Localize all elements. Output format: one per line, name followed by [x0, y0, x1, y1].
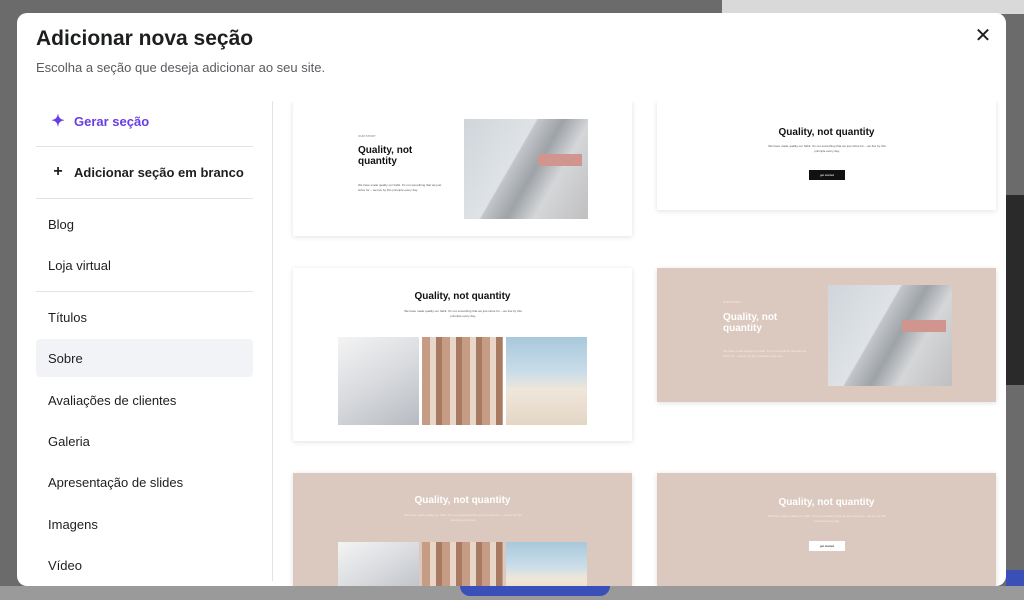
- sidebar-item-titles[interactable]: Títulos: [36, 298, 253, 336]
- section-template-card[interactable]: OUR STORY Quality, not quantity We have …: [657, 268, 996, 402]
- card-body: We have made quality our habit. It's not…: [404, 309, 522, 318]
- card-body: We have made quality our habit. It's not…: [358, 183, 442, 192]
- card-body: We have made quality our habit. It's not…: [723, 349, 807, 358]
- section-template-card[interactable]: OUR STORY Quality, not quantity We have …: [293, 101, 632, 236]
- section-template-card[interactable]: Quality, not quantity We have made quali…: [657, 473, 996, 586]
- card-title: Quality, not quantity: [723, 312, 778, 334]
- card-eyebrow: OUR STORY: [358, 134, 376, 138]
- card-button: get started: [809, 170, 845, 180]
- add-section-modal: Adicionar nova seção Escolha a seção que…: [17, 13, 1006, 586]
- section-sidebar: ✦ Gerar seção + Adicionar seção em branc…: [36, 101, 253, 586]
- card-image: [338, 542, 419, 586]
- background-pill: [460, 586, 610, 596]
- sidebar-item-online-store[interactable]: Loja virtual: [36, 246, 253, 284]
- plus-icon: +: [53, 163, 63, 180]
- sparkle-icon: ✦: [51, 113, 65, 130]
- card-title: Quality, not quantity: [414, 495, 511, 506]
- sidebar-item-gallery[interactable]: Galeria: [36, 422, 253, 460]
- generate-section-label: Gerar seção: [74, 113, 150, 129]
- card-image: [422, 337, 503, 425]
- card-eyebrow: OUR STORY: [723, 300, 741, 304]
- sidebar-item-slideshow[interactable]: Apresentação de slides: [36, 463, 253, 501]
- card-title: Quality, not quantity: [778, 497, 875, 508]
- close-icon[interactable]: ✕: [972, 25, 994, 47]
- card-title: Quality, not quantity: [778, 127, 875, 138]
- section-template-card[interactable]: Quality, not quantity We have made quali…: [293, 473, 632, 586]
- card-image: [506, 542, 587, 586]
- sidebar-item-reviews[interactable]: Avaliações de clientes: [36, 381, 253, 419]
- background-toolbar: [722, 0, 1024, 14]
- card-body: We have made quality our habit. It's not…: [404, 513, 522, 522]
- section-template-card[interactable]: Quality, not quantity We have made quali…: [657, 101, 996, 210]
- card-image: [828, 285, 952, 386]
- card-title: Quality, not quantity: [358, 145, 413, 167]
- sidebar-item-about[interactable]: Sobre: [36, 339, 253, 377]
- card-image: [422, 542, 503, 586]
- modal-subtitle: Escolha a seção que deseja adicionar ao …: [36, 60, 326, 75]
- divider: [36, 291, 253, 292]
- section-template-card[interactable]: Quality, not quantity We have made quali…: [293, 268, 632, 441]
- modal-title: Adicionar nova seção: [36, 27, 254, 50]
- card-title: Quality, not quantity: [414, 291, 511, 302]
- background-button: [1006, 570, 1024, 586]
- card-image: [506, 337, 587, 425]
- card-image: [464, 119, 588, 219]
- add-blank-section-label: Adicionar seção em branco: [74, 164, 244, 180]
- sidebar-item-video[interactable]: Vídeo: [36, 546, 253, 584]
- generate-section-button[interactable]: ✦ Gerar seção: [36, 102, 253, 140]
- card-body: We have made quality our habit. It's not…: [768, 144, 886, 153]
- divider: [36, 198, 253, 199]
- card-body: We have made quality our habit. It's not…: [768, 514, 886, 523]
- add-blank-section-button[interactable]: + Adicionar seção em branco: [36, 153, 253, 191]
- card-image: [338, 337, 419, 425]
- sidebar-item-images[interactable]: Imagens: [36, 505, 253, 543]
- section-template-grid: OUR STORY Quality, not quantity We have …: [273, 101, 1006, 586]
- background-panel: [1006, 195, 1024, 385]
- card-button: get started: [809, 541, 845, 551]
- divider: [36, 146, 253, 147]
- sidebar-item-blog[interactable]: Blog: [36, 205, 253, 243]
